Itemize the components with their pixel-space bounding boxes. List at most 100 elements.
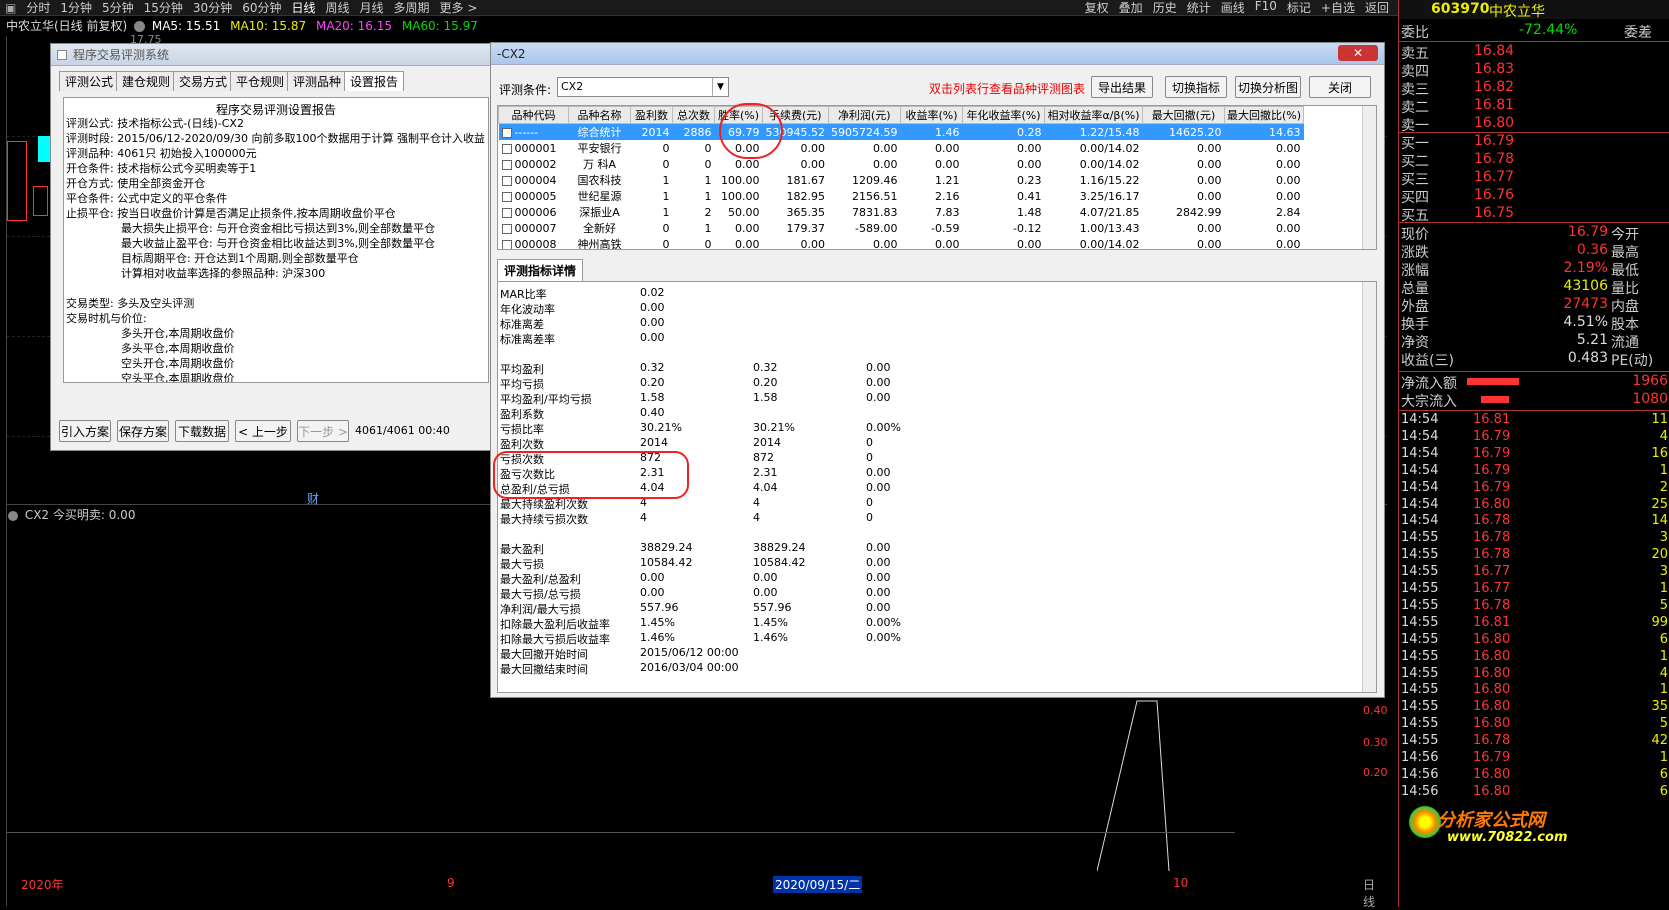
tick-time: 14:55 [1401,682,1439,698]
timeframe-tab[interactable]: 更多 > [435,0,483,16]
timeframe-tab[interactable]: 1分钟 [55,0,97,16]
column-header[interactable]: 手续费(元) [762,106,829,124]
finance-marker[interactable]: 财 [307,490,319,507]
results-table[interactable]: 品种代码 品种名称 盈利数 总次数 胜率(%) 手续费(元) 净利润(元) 收益率(%) 年化收… [498,106,1305,249]
checkbox[interactable] [501,223,512,234]
detail-tab[interactable]: 评测指标详情 [497,259,584,282]
checkbox[interactable] [501,191,512,202]
toolbar-button[interactable]: F10 [1250,0,1282,16]
window-title-bar[interactable]: 程序交易评测系统 [51,44,494,66]
toolbar-button[interactable]: 复权 [1080,0,1114,16]
column-header[interactable]: 相对收益率α/β(%) [1043,106,1143,124]
toolbar-button[interactable]: 画线 [1216,0,1250,16]
timeframe-tab[interactable]: 日线 [286,0,320,16]
checkbox[interactable] [501,127,512,138]
table-row[interactable]: 000002 万 科A 0 0 0.00 0.00 0.00 0.00 0.00 0.00/14.… [499,156,1304,172]
timeframe-tab[interactable]: 60分钟 [237,0,286,16]
left-button-4[interactable]: 下一步 > [297,420,349,442]
checkbox[interactable] [501,159,512,170]
column-header[interactable]: 总次数 [672,106,715,124]
tick-price: 16.80 [1473,631,1511,647]
stat-right-label: 流通 [1611,335,1639,351]
cx2-result-window[interactable]: -CX2 ✕ 评测条件: CX2 ▼ 双击列表行查看品种评测图表 品种代码 品种名… [490,42,1385,698]
tab-1[interactable]: 建仓规则 [116,71,177,91]
timeframe-tab[interactable]: 30分钟 [188,0,237,16]
scrollbar[interactable] [1362,282,1376,692]
scrollbar[interactable] [1362,106,1376,249]
tab-0[interactable]: 评测公式 [59,71,120,91]
evaluation-system-window[interactable]: 程序交易评测系统 评测公式 建仓规则 交易方式 平仓规则 评测品种 设置报告 程序交易评测… [50,43,495,451]
table-cell: 1.22/15.48 [1079,125,1140,139]
table-row[interactable]: 000007 全新好 0 1 0.00 179.37 -589.00 -0.59 -0.12 1.… [499,220,1304,236]
table-row[interactable]: ------ 综合统计 2014 2886 69.79 530945.52 5905724.… [498,123,1304,140]
column-header[interactable]: 盈利数 [630,106,673,124]
menu-icon[interactable]: ▣ [0,1,21,15]
ask-label: 卖五 [1401,46,1429,62]
main-button-0[interactable]: 导出结果 [1091,76,1153,98]
detail-value-long: 30.21% [753,421,795,434]
column-header[interactable]: 品种代码 [498,106,569,124]
toolbar-button[interactable]: 统计 [1182,0,1216,16]
table-cell: 0.00 [1016,141,1042,155]
table-row[interactable]: 000006 深振业A 1 2 50.00 365.35 7831.83 7.83 1.48 4.… [499,204,1304,220]
checkbox[interactable] [501,175,512,186]
table-row[interactable]: 000001 平安银行 0 0 0.00 0.00 0.00 0.00 0.00 0.00/14.… [499,140,1304,156]
table-cell: 0 [662,221,670,235]
table-row[interactable]: 000005 世纪星源 1 1 100.00 182.95 2156.51 2.16 0.41 3… [499,188,1304,204]
timeframe-tab[interactable]: 15分钟 [139,0,188,16]
tab-4[interactable]: 评测品种 [287,71,348,91]
checkbox[interactable] [501,143,512,154]
left-button-0[interactable]: 引入方案 [59,420,111,442]
checkbox[interactable] [501,239,512,249]
timeframe-tab[interactable]: 月线 [355,0,389,16]
left-button-1[interactable]: 保存方案 [117,420,169,442]
column-header[interactable]: 胜率(%) [714,106,763,124]
toolbar-button[interactable]: +自选 [1316,0,1360,16]
tab-2[interactable]: 交易方式 [173,71,234,91]
window-title-bar[interactable]: -CX2 ✕ [491,43,1384,65]
detail-label: 总盈利/总亏损 [500,483,570,496]
ask-row: 卖一 16.80 [1399,115,1669,134]
tick-time: 14:56 [1401,750,1439,765]
timeframe-tab[interactable]: 多周期 [389,0,435,16]
toolbar-button[interactable]: 返回 [1360,0,1394,16]
detail-value-all: 1.58 [640,391,665,404]
chevron-down-icon[interactable] [134,21,146,32]
column-header[interactable]: 净利润(元) [827,106,901,124]
tab-5[interactable]: 设置报告 [344,71,405,91]
left-button-3[interactable]: < 上一步 [235,420,291,442]
main-button-3[interactable]: 关闭 [1309,76,1371,98]
tab-3[interactable]: 平仓规则 [230,71,291,91]
window-icon [57,49,67,60]
chevron-down-icon[interactable]: ▼ [712,78,728,96]
ask-label: 卖四 [1401,64,1429,80]
condition-select[interactable]: CX2 ▼ [557,77,729,97]
table-row[interactable]: 000004 国农科技 1 1 100.00 181.67 1209.46 1.21 0.23 1… [499,172,1304,188]
table-cell: 0.00 [1016,157,1042,171]
column-header[interactable]: 收益率(%) [899,106,963,124]
timeframe-tab[interactable]: 周线 [321,0,355,16]
timeframe-tab[interactable]: 5分钟 [97,0,139,16]
detail-value-all: 872 [640,451,661,464]
timeframe-tab[interactable]: 分时 [21,0,55,16]
column-header[interactable]: 最大回撤(元) [1141,106,1225,124]
tick-volume: 99 [1651,614,1668,630]
tick-price: 16.80 [1473,682,1511,698]
left-button-2[interactable]: 下载数据 [175,420,229,442]
column-header[interactable]: 年化收益率(%) [961,106,1045,124]
toolbar-button[interactable]: 叠加 [1114,0,1148,16]
close-icon[interactable]: ✕ [1338,45,1378,61]
checkbox[interactable] [501,207,512,218]
toolbar-button[interactable]: 标记 [1282,0,1316,16]
settings-icon[interactable] [8,510,18,521]
toolbar-button[interactable]: 历史 [1148,0,1182,16]
tick-price: 16.80 [1473,648,1511,664]
column-header[interactable]: 品种名称 [568,106,631,124]
main-button-1[interactable]: 切换指标 [1165,76,1227,98]
flow-row: 净流入额 1966 [1399,373,1669,392]
results-table-container[interactable]: 品种代码 品种名称 盈利数 总次数 胜率(%) 手续费(元) 净利润(元) 收益率(%) 年化收… [497,105,1377,250]
main-button-2[interactable]: 切换分析图 [1235,76,1301,98]
detail-value-long: 2014 [753,436,781,449]
table-row[interactable]: 000008 神州高铁 0 0 0.00 0.00 0.00 0.00 0.00 0.00/14.… [499,236,1304,249]
column-header[interactable]: 最大回撤比(%) [1223,106,1305,124]
